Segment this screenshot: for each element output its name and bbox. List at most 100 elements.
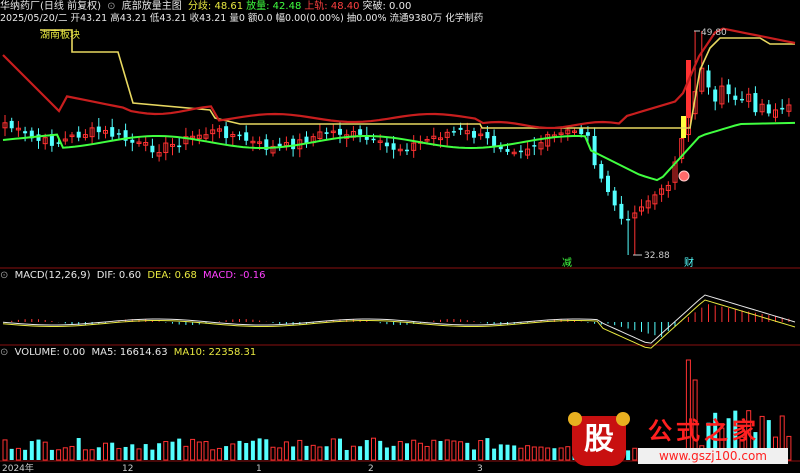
high-price-label: 49.80 bbox=[701, 28, 727, 38]
x-tick-label: 2024年 bbox=[2, 462, 34, 473]
volume-bar bbox=[371, 437, 376, 461]
volume-bar bbox=[317, 446, 323, 461]
volume-bar bbox=[49, 449, 54, 460]
volume-bar bbox=[116, 448, 122, 461]
candle-body bbox=[237, 134, 242, 137]
volume-bar bbox=[96, 447, 101, 460]
volume-bar bbox=[210, 449, 216, 461]
candle-body bbox=[606, 175, 610, 192]
volume-bar bbox=[405, 443, 409, 460]
volume-bar bbox=[545, 447, 551, 461]
volume-bar bbox=[458, 441, 464, 461]
chart-canvas[interactable]: 49.80 32.88 减 财 湖南板块 2024年 12 1 2 3 bbox=[0, 0, 800, 473]
logo-text: 公式之家 bbox=[648, 417, 760, 445]
volume-title[interactable]: VOLUME: 0.00 bbox=[15, 347, 86, 358]
candle-body bbox=[766, 104, 771, 114]
breakout-candle bbox=[686, 60, 691, 118]
indicator-value: 分歧: 48.61 bbox=[187, 1, 244, 12]
volume-bar bbox=[465, 442, 470, 460]
indicator-value: 突破: 0.00 bbox=[362, 1, 412, 12]
volume-bar bbox=[378, 440, 383, 460]
candle-body bbox=[324, 132, 329, 134]
volume-bar bbox=[136, 448, 142, 461]
candle-body bbox=[780, 107, 785, 110]
candle-body bbox=[492, 135, 497, 146]
candle-body bbox=[244, 132, 249, 141]
volume-bar bbox=[330, 438, 336, 461]
volume-bar bbox=[230, 443, 236, 461]
volume-gear-icon[interactable]: ⊙ bbox=[0, 347, 8, 358]
volume-bar bbox=[478, 440, 484, 461]
indicator-value: 上轨: 48.40 bbox=[304, 1, 360, 12]
volume-bar bbox=[9, 448, 14, 460]
candle-body bbox=[619, 203, 624, 219]
candle-body bbox=[9, 120, 14, 129]
signal-cai: 财 bbox=[684, 256, 694, 269]
macd-dif: DIF: 0.60 bbox=[96, 270, 142, 281]
candle-body bbox=[291, 138, 296, 150]
candle-body bbox=[277, 143, 282, 147]
volume-bar bbox=[512, 445, 517, 460]
volume-ma10: MA10: 22358.31 bbox=[173, 347, 257, 358]
x-tick-label: 12 bbox=[122, 464, 133, 473]
volume-bar bbox=[451, 440, 457, 461]
candle-body bbox=[23, 131, 28, 134]
stock-name[interactable]: 华纳药厂(日线 前复权) bbox=[0, 1, 101, 12]
indicator-value: 放量: 42.48 bbox=[246, 1, 302, 12]
volume-ma5: MA5: 16614.63 bbox=[91, 347, 168, 358]
candle-body bbox=[384, 142, 389, 147]
volume-bar bbox=[310, 444, 316, 461]
volume-bar bbox=[29, 441, 34, 460]
signal-ball-icon bbox=[678, 170, 690, 182]
volume-bar bbox=[190, 438, 196, 461]
macd-title[interactable]: MACD(12,26,9) bbox=[15, 270, 91, 281]
indicator-name[interactable]: 底部放量主图 bbox=[122, 1, 182, 12]
candle-body bbox=[96, 126, 101, 133]
volume-bar bbox=[344, 449, 349, 460]
x-tick-label: 3 bbox=[477, 464, 483, 473]
volume-bar bbox=[23, 449, 28, 460]
candle-body bbox=[753, 93, 758, 113]
volume-bar bbox=[424, 445, 430, 461]
volume-bar bbox=[177, 438, 182, 460]
volume-bar bbox=[391, 445, 396, 460]
volume-bar bbox=[123, 446, 128, 460]
x-tick-label: 1 bbox=[256, 464, 262, 473]
volume-bar bbox=[291, 446, 296, 460]
volume-bar bbox=[444, 439, 450, 461]
volume-bar bbox=[62, 447, 68, 461]
candle-body bbox=[338, 128, 342, 135]
candle-body bbox=[505, 149, 510, 152]
candle-body bbox=[532, 145, 537, 147]
watermark-logo: 股 公式之家 www.gszj100.com bbox=[568, 412, 792, 468]
volume-bar bbox=[552, 448, 557, 460]
volume-bar bbox=[384, 447, 389, 460]
volume-bar bbox=[438, 440, 443, 460]
volume-bar bbox=[397, 441, 403, 461]
volume-bar bbox=[69, 445, 75, 461]
candle-body bbox=[358, 129, 363, 135]
volume-bar bbox=[297, 439, 303, 461]
volume-bar bbox=[264, 439, 269, 460]
volume-bar bbox=[163, 441, 169, 461]
candle-body bbox=[733, 95, 738, 100]
macd-dea-line bbox=[2, 299, 796, 349]
volume-bar bbox=[56, 449, 62, 461]
volume-bar bbox=[525, 445, 531, 461]
volume-bar bbox=[130, 444, 135, 460]
volume-bar bbox=[324, 446, 329, 460]
volume-bar bbox=[150, 449, 155, 460]
volume-bar bbox=[350, 445, 356, 461]
macd-gear-icon[interactable]: ⊙ bbox=[0, 270, 8, 281]
candle-body bbox=[405, 149, 409, 152]
indicator-gear-icon[interactable]: ⊙ bbox=[107, 1, 115, 12]
volume-bar bbox=[431, 439, 437, 461]
volume-bar bbox=[76, 438, 81, 460]
volume-bar bbox=[565, 446, 571, 461]
x-axis: 2024年 12 1 2 3 bbox=[2, 462, 483, 473]
volume-bar bbox=[485, 438, 490, 460]
logo-glyph: 股 bbox=[584, 422, 614, 457]
signal-jian: 减 bbox=[562, 257, 572, 269]
volume-bar bbox=[283, 441, 289, 461]
volume-bar bbox=[364, 440, 369, 460]
